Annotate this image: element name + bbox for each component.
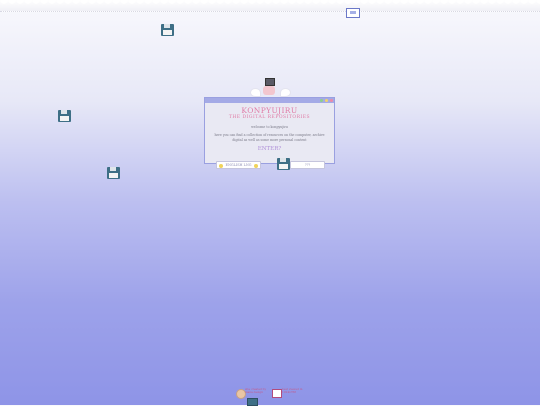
floppy-disk-icon[interactable] <box>58 110 71 122</box>
other-button-label: ??? <box>304 163 311 167</box>
close-button[interactable] <box>330 99 333 102</box>
footer-credit: site created by mana design <box>245 387 267 394</box>
star-icon <box>219 163 223 168</box>
wing-right-icon <box>280 88 291 97</box>
english-button[interactable]: ENGLISH LNG <box>216 161 261 169</box>
lace-border <box>0 0 540 12</box>
wing-left-icon <box>250 88 261 97</box>
footer-resolution: best viewed in 1024x768 <box>282 387 303 394</box>
window-icon[interactable] <box>346 8 360 18</box>
minimize-button[interactable] <box>325 99 328 102</box>
window-titlebar <box>205 98 334 103</box>
maximize-button[interactable] <box>320 99 323 102</box>
english-button-label: ENGLISH LNG <box>225 163 252 167</box>
computer-mascot-icon <box>262 78 276 96</box>
welcome-window: KONPYUJIRU THE DIGITAL REPOSITORIES welc… <box>204 97 335 164</box>
floppy-disk-icon[interactable] <box>277 158 290 170</box>
floppy-disk-icon[interactable] <box>161 24 174 36</box>
browser-badge-icon[interactable] <box>272 389 282 398</box>
other-button[interactable]: ??? <box>290 161 325 169</box>
welcome-text: welcome to konpyujiru <box>251 125 288 129</box>
description-text: here you can find a collection of resour… <box>214 133 325 142</box>
window-subtitle: THE DIGITAL REPOSITORIES <box>228 115 311 120</box>
enter-link[interactable]: ENTER? <box>205 146 334 152</box>
floppy-disk-icon[interactable] <box>107 167 120 179</box>
window-title: KONPYUJIRU <box>241 106 298 115</box>
star-icon <box>254 163 258 168</box>
